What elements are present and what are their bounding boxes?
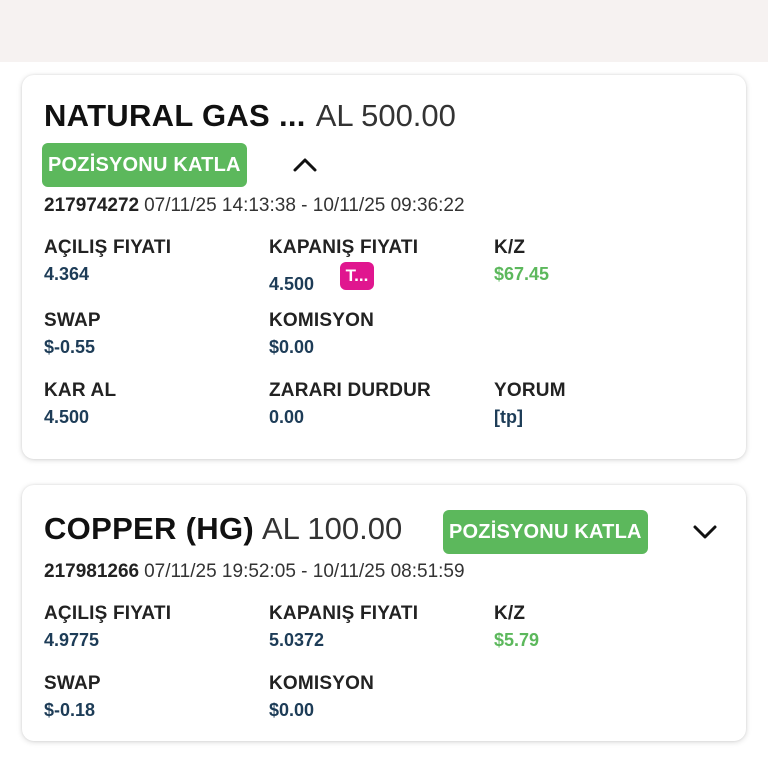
close-reason-badge[interactable]: T... [340,262,374,290]
commission-label: KOMISYON [269,310,375,331]
close-price-label: KAPANIŞ FIYATI [269,603,419,624]
side-amount: AL 100.00 [261,511,403,546]
comment-label: YORUM [494,380,566,401]
instrument-name: NATURAL GAS ... [44,98,306,133]
position-title: COPPER (HG) AL 100.00 [44,513,402,544]
position-id: 217981266 [44,561,140,582]
stop-loss-value: 0.00 [269,407,305,427]
open-price-value: 4.9775 [44,630,100,650]
swap-value: $-0.18 [44,700,96,720]
pnl-value: $67.45 [494,264,550,284]
close-price-value: 5.0372 [269,630,325,650]
swap-label: SWAP [44,673,101,694]
open-price-label: AÇILIŞ FIYATI [44,237,172,258]
positions-list[interactable]: NATURAL GAS ... AL 500.00 POZİSYONU KATLA… [0,62,768,768]
pnl-label: K/Z [494,237,526,258]
commission-value: $0.00 [269,700,315,720]
open-price-value: 4.364 [44,264,90,284]
close-price-label: KAPANIŞ FIYATI [269,237,419,258]
double-position-button[interactable]: POZİSYONU KATLA [443,510,648,554]
commission-label: KOMISYON [269,673,375,694]
position-id: 217974272 [44,195,140,216]
position-id-line: 217981266 07/11/25 19:52:05 - 10/11/25 08… [44,562,465,581]
close-price-value: 4.500 [269,274,315,294]
stop-loss-label: ZARARI DURDUR [269,380,431,401]
pnl-label: K/Z [494,603,526,624]
swap-value: $-0.55 [44,337,96,357]
chevron-up-icon[interactable] [290,150,320,180]
swap-label: SWAP [44,310,101,331]
position-date-range: 07/11/25 14:13:38 - 10/11/25 09:36:22 [144,195,465,216]
pnl-value: $5.79 [494,630,540,650]
position-card[interactable]: NATURAL GAS ... AL 500.00 POZİSYONU KATLA… [22,75,746,459]
commission-value: $0.00 [269,337,315,357]
position-card[interactable]: COPPER (HG) AL 100.00 POZİSYONU KATLA 217… [22,485,746,741]
position-id-line: 217974272 07/11/25 14:13:38 - 10/11/25 09… [44,196,465,215]
app-root: NATURAL GAS ... AL 500.00 POZİSYONU KATLA… [0,0,768,768]
header-band [0,0,768,62]
comment-value: [tp] [494,407,523,427]
chevron-down-icon[interactable] [690,517,720,547]
position-title: NATURAL GAS ... AL 500.00 [44,100,456,131]
take-profit-label: KAR AL [44,380,117,401]
take-profit-value: 4.500 [44,407,90,427]
position-date-range: 07/11/25 19:52:05 - 10/11/25 08:51:59 [144,561,465,582]
instrument-name: COPPER (HG) [44,511,254,546]
double-position-button[interactable]: POZİSYONU KATLA [42,143,247,187]
open-price-label: AÇILIŞ FIYATI [44,603,172,624]
side-amount: AL 500.00 [315,98,456,133]
